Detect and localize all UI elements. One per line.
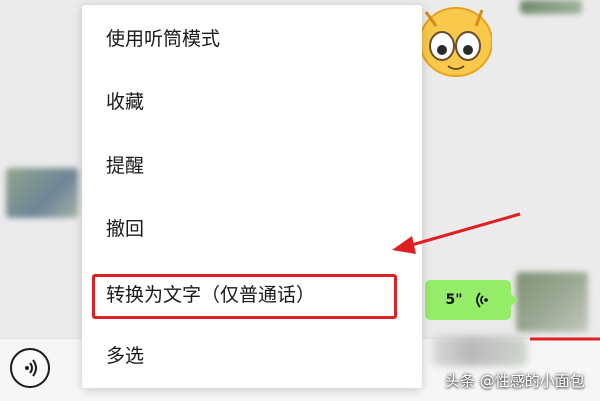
voice-message-bubble[interactable]: 5" [425, 280, 518, 320]
blurred-avatar-top [520, 0, 582, 14]
sound-wave-icon [473, 291, 491, 309]
voice-duration: 5" [445, 292, 463, 308]
menu-item-earpiece-mode[interactable]: 使用听筒模式 [106, 19, 220, 59]
highlight-annotation-box [92, 274, 397, 319]
voice-input-icon[interactable] [10, 348, 50, 388]
cartoon-cat-sticker[interactable] [412, 2, 492, 80]
blurred-message-strip [432, 336, 527, 366]
menu-item-favorite[interactable]: 收藏 [106, 82, 144, 122]
blurred-avatar-right[interactable] [516, 272, 588, 332]
menu-item-multi-select[interactable]: 多选 [106, 336, 144, 376]
message-context-menu: 使用听筒模式 收藏 提醒 撤回 转换为文字（仅普通话） 多选 [82, 5, 422, 388]
watermark-text: 头条 @性感的小面包 [445, 372, 585, 390]
menu-item-recall[interactable]: 撤回 [106, 209, 144, 249]
blurred-avatar-left[interactable] [6, 168, 78, 218]
menu-item-remind[interactable]: 提醒 [106, 146, 144, 186]
